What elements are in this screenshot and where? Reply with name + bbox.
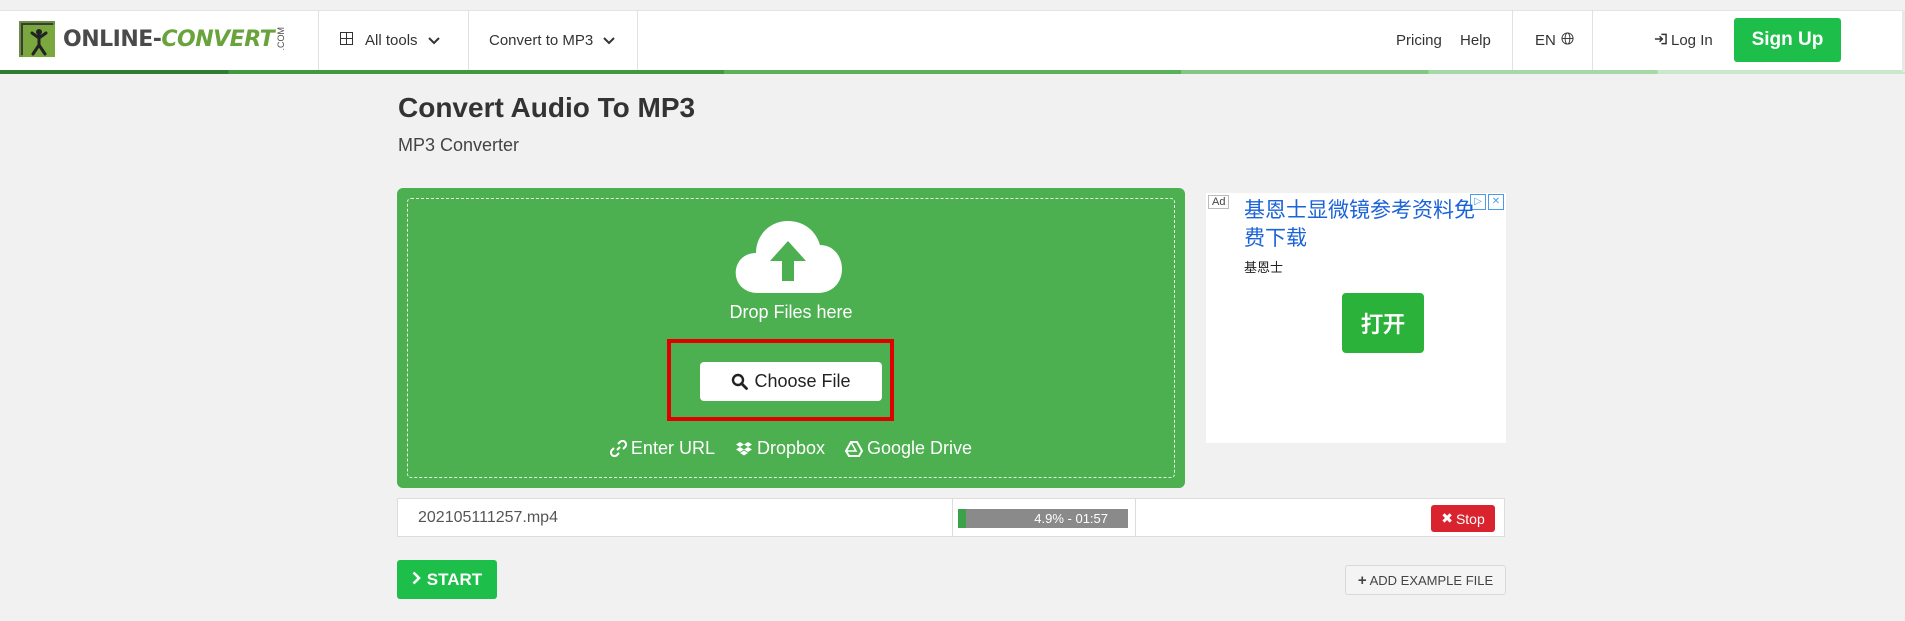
sign-up-button[interactable]: Sign Up [1734,18,1841,62]
help-link[interactable]: Help [1460,10,1491,70]
grid-icon [340,31,353,49]
enter-url-label: Enter URL [630,438,715,458]
chevron-down-icon [603,32,615,49]
header-color-bar [0,70,1905,74]
globe-icon [1561,31,1574,49]
google-drive-label: Google Drive [867,438,973,458]
page-subtitle: MP3 Converter [398,135,520,155]
column-divider [1135,499,1136,536]
close-icon: ✖ [1441,510,1453,526]
header-divider [468,10,469,70]
logo-com: .COM [276,27,287,51]
convert-to-dropdown[interactable]: Convert to MP3 [489,10,615,70]
search-icon [732,373,749,390]
logo-text-convert: CONVERT [161,26,275,52]
login-label: Log In [1671,31,1713,49]
advertisement[interactable]: Ad ▷ ✕ 基恩士显微镜参考资料免费下载 基恩士 打开 [1206,193,1506,443]
add-example-file-button[interactable]: + ADD EXAMPLE FILE [1345,565,1506,595]
progress-text: 4.9% - 01:57 [1034,511,1108,526]
file-drop-zone[interactable]: Drop Files here Choose File Enter URL Dr… [397,188,1185,488]
dropbox-link[interactable]: Dropbox [735,438,825,459]
plus-icon: + [1357,571,1367,589]
upload-progress-bar: 4.9% - 01:57 [958,509,1128,528]
sign-in-icon [1654,32,1667,49]
header-divider [1512,10,1513,70]
convert-to-label: Convert to MP3 [489,31,594,49]
enter-url-link[interactable]: Enter URL [609,438,715,459]
stop-button[interactable]: ✖ Stop [1431,505,1495,532]
stop-label: Stop [1455,510,1485,527]
header-divider [318,10,319,70]
ad-brand: 基恩士 [1244,260,1284,275]
dropbox-label: Dropbox [756,438,826,458]
choose-file-button[interactable]: Choose File [700,362,882,401]
choose-file-label: Choose File [754,371,851,391]
page-title: Convert Audio To MP3 [398,92,696,123]
link-icon [609,440,627,457]
login-link[interactable]: Log In [1654,10,1713,70]
pricing-link[interactable]: Pricing [1396,10,1442,70]
drop-files-label: Drop Files here [729,302,853,322]
all-tools-label: All tools [365,31,418,49]
language-selector[interactable]: EN [1535,10,1574,70]
file-row: 202105111257.mp4 4.9% - 01:57 ✖ Stop [397,498,1505,537]
chevron-down-icon [427,32,440,49]
ad-headline[interactable]: 基恩士显微镜参考资料免费下载 [1244,197,1494,253]
language-label: EN [1535,31,1556,49]
ad-badge: Ad [1208,195,1230,209]
site-logo[interactable]: ONLINE-CONVERT .COM [19,20,286,58]
ad-open-button[interactable]: 打开 [1342,293,1424,353]
add-example-label: ADD EXAMPLE FILE [1369,572,1494,588]
logo-wordmark: ONLINE-CONVERT [63,26,275,52]
start-label: START [426,569,483,589]
start-button[interactable]: START [397,560,497,599]
all-tools-dropdown[interactable]: All tools [340,10,440,70]
logo-text-online: ONLINE- [63,26,162,52]
dropbox-icon [735,441,752,455]
google-drive-link[interactable]: Google Drive [845,438,972,459]
google-drive-icon [845,440,864,457]
file-name: 202105111257.mp4 [418,509,558,526]
cloud-upload-icon [732,215,844,300]
upload-sources: Enter URL Dropbox Google Drive [397,438,1185,459]
header-divider [637,10,638,70]
logo-icon [19,21,55,57]
chevron-right-icon [412,570,421,590]
header-divider [1592,10,1593,70]
column-divider [952,499,953,536]
